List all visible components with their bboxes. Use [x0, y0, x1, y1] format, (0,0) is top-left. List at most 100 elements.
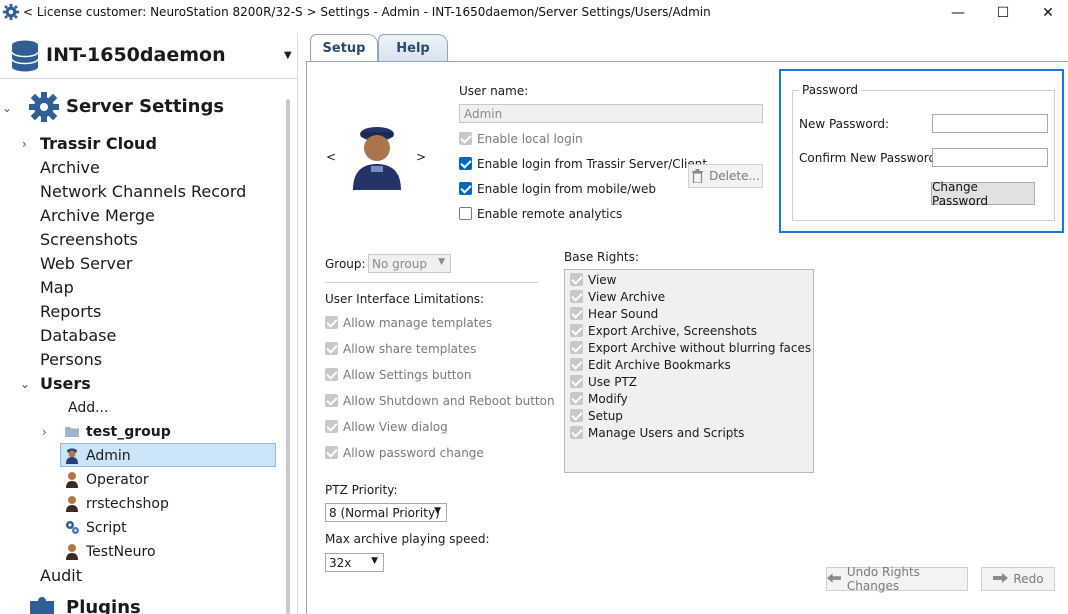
right-export-archive-label: Export Archive, Screenshots: [588, 324, 758, 338]
allow-share-templates-checkbox: [325, 342, 338, 355]
tab-setup[interactable]: Setup: [310, 34, 378, 61]
group-select: No group ▼: [368, 254, 451, 273]
tree-item-archive-merge[interactable]: Archive Merge: [40, 205, 155, 227]
right-export-archive-checkbox: [570, 324, 583, 337]
chevron-down-icon: ▼: [284, 50, 292, 61]
user-avatar-icon: [353, 127, 401, 190]
prev-user-button[interactable]: <: [326, 150, 336, 164]
maximize-button[interactable]: ☐: [981, 0, 1025, 26]
title-bar: < License customer: NeuroStation 8200R/3…: [0, 0, 1068, 26]
script-gears-icon: [66, 521, 79, 534]
tree-root-server-settings[interactable]: Server Settings: [66, 96, 224, 118]
chevron-down-icon: ▼: [438, 257, 445, 267]
tree-item-user-testneuro[interactable]: TestNeuro: [86, 541, 156, 563]
enable-login-server-checkbox[interactable]: [459, 157, 472, 170]
expand-icon[interactable]: ›: [22, 133, 27, 155]
ui-limitations-title: User Interface Limitations:: [325, 292, 485, 306]
tree-item-plugins[interactable]: Plugins: [66, 597, 141, 614]
right-setup-checkbox: [570, 409, 583, 422]
password-legend: Password: [799, 83, 862, 97]
gear-icon: [29, 92, 59, 122]
server-selector[interactable]: INT-1650daemon ▼: [0, 33, 297, 79]
user-icon: [66, 496, 78, 512]
redo-icon: [993, 573, 1009, 583]
tree-item-database[interactable]: Database: [40, 325, 116, 347]
tab-help[interactable]: Help: [378, 34, 448, 61]
new-password-label: New Password:: [799, 117, 890, 131]
confirm-password-input[interactable]: [932, 148, 1048, 167]
tree-item-user-operator[interactable]: Operator: [86, 469, 149, 491]
allow-view-dialog-checkbox: [325, 420, 338, 433]
change-password-button[interactable]: Change Password: [931, 180, 1035, 208]
chevron-down-icon: ▼: [434, 506, 441, 516]
right-use-ptz-checkbox: [570, 375, 583, 388]
collapse-icon[interactable]: ⌄: [2, 97, 12, 119]
archive-speed-label: Max archive playing speed:: [325, 532, 490, 546]
right-view-checkbox: [570, 273, 583, 286]
tree-item-screenshots[interactable]: Screenshots: [40, 229, 138, 251]
enable-remote-analytics-label[interactable]: Enable remote analytics: [477, 207, 622, 221]
right-modify-checkbox: [570, 392, 583, 405]
right-view-label: View: [588, 273, 617, 287]
folder-icon: [65, 427, 79, 437]
divider: [325, 282, 538, 283]
right-use-ptz-label: Use PTZ: [588, 375, 638, 389]
window-title: < License customer: NeuroStation 8200R/3…: [23, 5, 711, 19]
allow-settings-button-label: Allow Settings button: [343, 368, 472, 382]
enable-local-login-checkbox: [459, 132, 472, 145]
tree-item-add-user[interactable]: Add...: [68, 397, 108, 419]
enable-login-mobile-label[interactable]: Enable login from mobile/web: [477, 182, 656, 196]
user-icon: [66, 544, 78, 560]
right-hear-sound-label: Hear Sound: [588, 307, 659, 321]
tree-item-test-group[interactable]: test_group: [86, 421, 171, 443]
tree-item-user-script[interactable]: Script: [86, 517, 127, 539]
enable-login-mobile-checkbox[interactable]: [459, 182, 472, 195]
tree-item-web-server[interactable]: Web Server: [40, 253, 132, 275]
minimize-button[interactable]: —: [936, 0, 980, 26]
tree-item-map[interactable]: Map: [40, 277, 74, 299]
allow-shutdown-reboot-checkbox: [325, 394, 338, 407]
enable-local-login-label: Enable local login: [477, 132, 583, 146]
allow-view-dialog-label: Allow View dialog: [343, 420, 448, 434]
tree-item-audit[interactable]: Audit: [40, 565, 82, 587]
right-export-no-blur-label: Export Archive without blurring faces: [588, 341, 812, 355]
server-name: INT-1650daemon: [46, 44, 226, 66]
new-password-input[interactable]: [932, 114, 1048, 133]
puzzle-icon: [30, 597, 54, 614]
database-icon: [11, 40, 39, 72]
user-icon: [66, 472, 78, 488]
enable-login-server-label[interactable]: Enable login from Trassir Server/Client: [477, 157, 707, 171]
allow-share-templates-label: Allow share templates: [343, 342, 477, 356]
expand-icon[interactable]: ›: [42, 421, 47, 443]
archive-speed-select[interactable]: 32x ▼: [325, 553, 384, 572]
ptz-priority-select[interactable]: 8 (Normal Priority) ▼: [325, 503, 447, 522]
allow-settings-button-checkbox: [325, 368, 338, 381]
allow-manage-templates-checkbox: [325, 316, 338, 329]
tree-item-reports[interactable]: Reports: [40, 301, 101, 323]
trash-icon: [692, 169, 704, 183]
close-button[interactable]: ✕: [1026, 0, 1068, 26]
tree-item-trassir-cloud[interactable]: Trassir Cloud: [40, 133, 157, 155]
tree-item-network-channels-record[interactable]: Network Channels Record: [40, 181, 246, 203]
tab-divider: [306, 61, 1068, 62]
right-edit-bookmarks-checkbox: [570, 358, 583, 371]
tree-item-user-rrstechshop[interactable]: rrstechshop: [86, 493, 169, 515]
allow-manage-templates-label: Allow manage templates: [343, 316, 493, 330]
collapse-icon[interactable]: ⌄: [20, 373, 30, 395]
enable-remote-analytics-checkbox[interactable]: [459, 207, 472, 220]
settings-tree-panel: INT-1650daemon ▼ ⌄ Server Settings › Tra…: [0, 33, 298, 614]
right-setup-label: Setup: [588, 409, 623, 423]
chevron-down-icon: ▼: [371, 556, 378, 566]
tree-item-users[interactable]: Users: [40, 373, 91, 395]
right-export-no-blur-checkbox: [570, 341, 583, 354]
delete-user-button: Delete...: [688, 164, 763, 188]
tree-item-persons[interactable]: Persons: [40, 349, 102, 371]
right-manage-users-checkbox: [570, 426, 583, 439]
right-view-archive-checkbox: [570, 290, 583, 303]
allow-shutdown-reboot-label: Allow Shutdown and Reboot button: [343, 394, 555, 408]
right-hear-sound-checkbox: [570, 307, 583, 320]
next-user-button[interactable]: >: [416, 150, 426, 164]
tree-item-archive[interactable]: Archive: [40, 157, 100, 179]
tree-item-user-admin[interactable]: Admin: [86, 445, 131, 467]
tree-scrollbar[interactable]: [286, 99, 290, 614]
